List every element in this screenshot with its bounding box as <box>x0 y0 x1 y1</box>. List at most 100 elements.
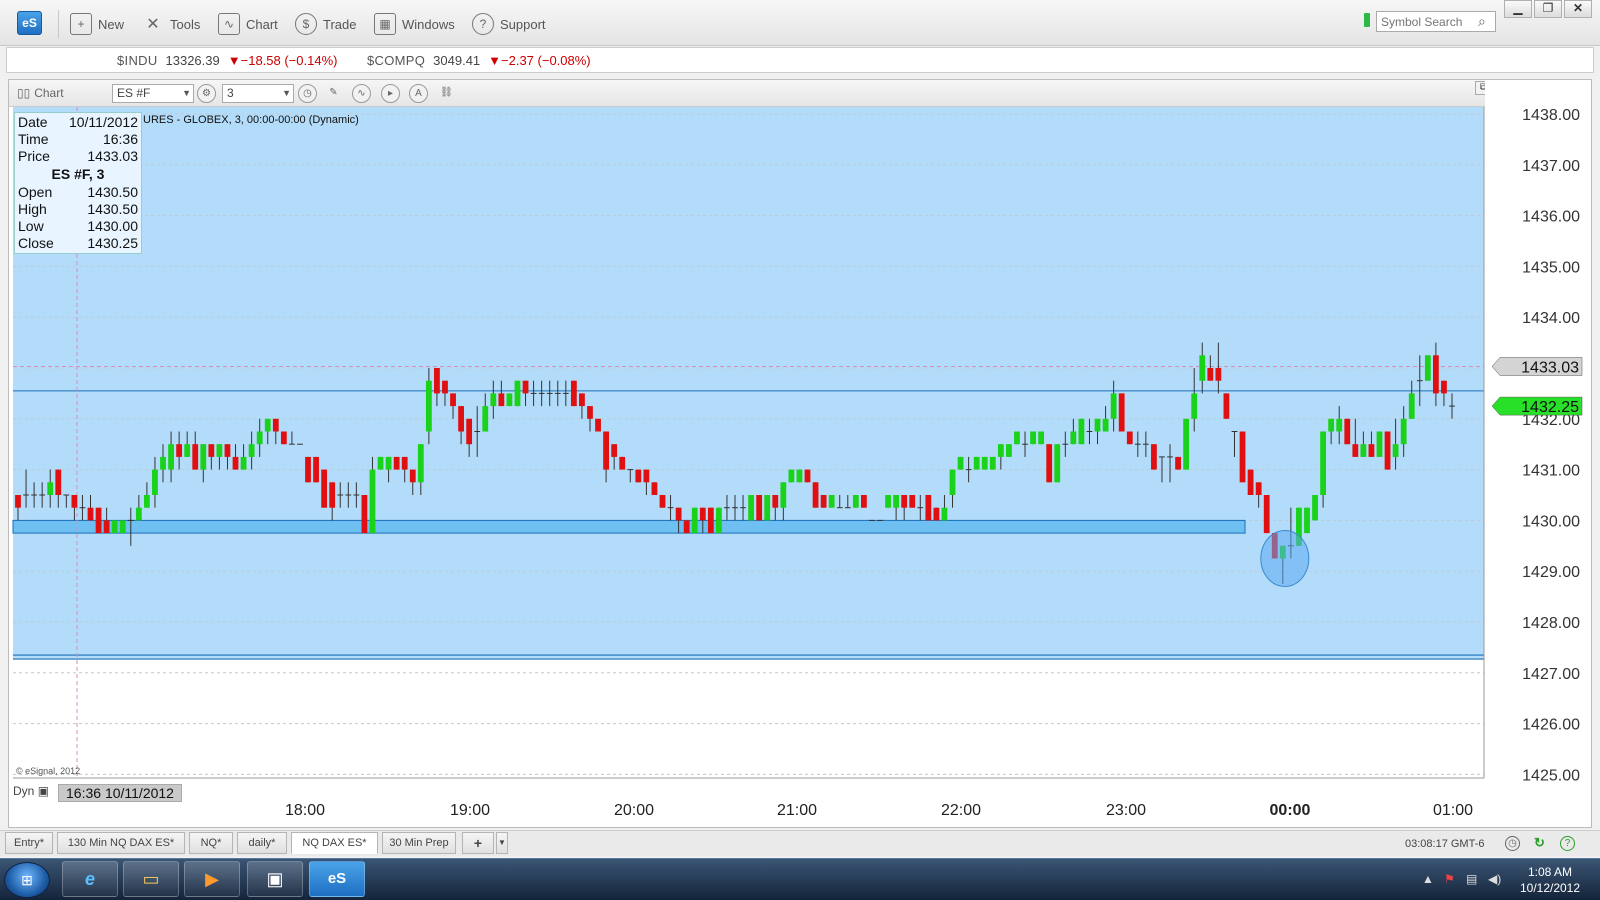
candle-up <box>764 495 771 521</box>
candle-down <box>313 456 319 483</box>
y-tick-label: 1436.00 <box>1522 209 1580 226</box>
candle-up <box>135 507 142 521</box>
data-row-high: High 1430.50 <box>18 201 138 218</box>
data-window-title: ES #F, 3 <box>51 166 105 182</box>
tray-clock[interactable]: 1:08 AM 10/12/2012 <box>1510 864 1590 896</box>
candle-down <box>619 456 626 470</box>
internet-explorer-icon[interactable]: e <box>62 861 118 897</box>
status-clock: 03:08:17 GMT-6 <box>1405 838 1485 850</box>
tab-nq[interactable]: NQ* <box>189 832 233 854</box>
y-tick-label: 1430.00 <box>1522 513 1580 530</box>
y-tick-label: 1431.00 <box>1522 463 1580 480</box>
candle-up <box>957 456 964 470</box>
candle-up <box>1312 495 1318 521</box>
x-tick-label: 19:00 <box>450 802 490 819</box>
candle-up <box>1392 444 1399 457</box>
candle-up <box>47 482 54 495</box>
start-button[interactable]: ⊞ <box>4 862 50 898</box>
candle-up <box>691 507 698 534</box>
refresh-icon[interactable]: ↻ <box>1532 836 1547 851</box>
status-help-icon[interactable]: ? <box>1560 836 1575 851</box>
candle-down <box>321 469 328 508</box>
candle-up <box>828 495 835 508</box>
candle-down <box>1046 444 1053 483</box>
chart-title: URES - GLOBEX, 3, 00:00-00:00 (Dynamic) <box>143 114 359 126</box>
tray-date: 10/12/2012 <box>1519 881 1581 895</box>
candle-down <box>587 406 593 419</box>
dynamic-toggle[interactable]: Dyn ▣ <box>13 784 49 798</box>
tab-menu-button[interactable]: ▼ <box>496 832 508 854</box>
candle-down <box>466 418 473 445</box>
esignal-taskbar-icon[interactable]: eS <box>309 861 365 897</box>
candle-down <box>15 495 21 508</box>
candle-up <box>852 495 859 508</box>
x-tick-label: 00:00 <box>1270 802 1311 819</box>
network-icon[interactable]: ▤ <box>1466 872 1477 886</box>
candle-down <box>71 495 78 508</box>
esignal-window: eS + New ✕ Tools ∿ Chart $ Trade ▦ Windo… <box>0 0 1600 900</box>
candle-down <box>1118 393 1125 432</box>
tab-daily[interactable]: daily* <box>237 832 287 854</box>
candle-down <box>393 456 400 470</box>
candle-down <box>1215 368 1222 381</box>
candle-up <box>425 380 432 432</box>
candle-down <box>1175 456 1181 470</box>
shaded-price-zone <box>13 107 1484 660</box>
candle-up <box>1070 431 1077 445</box>
candle-up <box>941 507 948 521</box>
candle-down <box>579 393 585 407</box>
data-label: Date <box>18 114 48 130</box>
candle-up <box>1304 507 1310 534</box>
candle-up <box>417 444 424 483</box>
support-zone-rectangle <box>12 519 1246 534</box>
candle-down <box>1441 380 1447 394</box>
tab-30-min-prep[interactable]: 30 Min Prep <box>382 832 456 854</box>
candle-up <box>1320 431 1327 495</box>
candle-up <box>1191 393 1198 419</box>
tab-130-min[interactable]: 130 Min NQ DAX ES* <box>57 832 185 854</box>
cursor-data-window: Date 10/11/2012 Time 16:36 Price 1433.03 ES… <box>14 112 142 254</box>
add-tab-button[interactable]: + <box>462 832 494 854</box>
candle-down <box>756 495 763 521</box>
candle-up <box>997 444 1004 457</box>
candle-down <box>192 444 199 470</box>
candle-up <box>160 456 166 470</box>
file-explorer-icon[interactable]: ▭ <box>123 861 179 897</box>
candle-up <box>1424 355 1431 381</box>
remote-desktop-icon[interactable]: ▣ <box>247 861 303 897</box>
tray-expand-icon[interactable]: ▲ <box>1422 872 1434 886</box>
candle-down <box>1207 368 1214 381</box>
copyright-notice: © eSignal, 2012 <box>16 766 81 776</box>
tab-nq-dax-es[interactable]: NQ DAX ES* <box>291 832 378 854</box>
candle-down <box>87 507 94 521</box>
candle-down <box>570 380 577 407</box>
y-tick-label: 1434.00 <box>1522 310 1580 327</box>
candle-up <box>216 444 223 457</box>
action-center-icon[interactable]: ⚑ <box>1444 872 1455 886</box>
candle-down <box>1352 444 1359 457</box>
candle-up <box>981 456 988 470</box>
candle-up <box>385 456 392 470</box>
volume-icon[interactable]: ◀) <box>1488 872 1501 886</box>
candle-down <box>95 507 102 534</box>
data-value: 1430.00 <box>87 218 138 234</box>
clock-icon[interactable]: ◷ <box>1505 836 1520 851</box>
candle-up <box>240 456 247 470</box>
candle-down <box>925 495 932 521</box>
candle-down <box>522 380 529 394</box>
candle-up <box>168 444 174 470</box>
tab-entry[interactable]: Entry* <box>5 832 53 854</box>
x-tick-label: 21:00 <box>777 802 817 819</box>
candle-down <box>1223 393 1230 419</box>
candle-down <box>103 520 110 534</box>
candle-up <box>248 444 255 457</box>
x-tick-label: 18:00 <box>285 802 325 819</box>
candle-down <box>280 431 287 445</box>
candle-down <box>442 380 448 394</box>
candle-up <box>1360 444 1367 457</box>
data-value: 1430.25 <box>87 235 138 251</box>
candle-down <box>643 469 650 483</box>
media-player-icon[interactable]: ▶ <box>184 861 240 897</box>
candle-down <box>55 469 62 495</box>
y-tick-label: 1429.00 <box>1522 564 1580 581</box>
